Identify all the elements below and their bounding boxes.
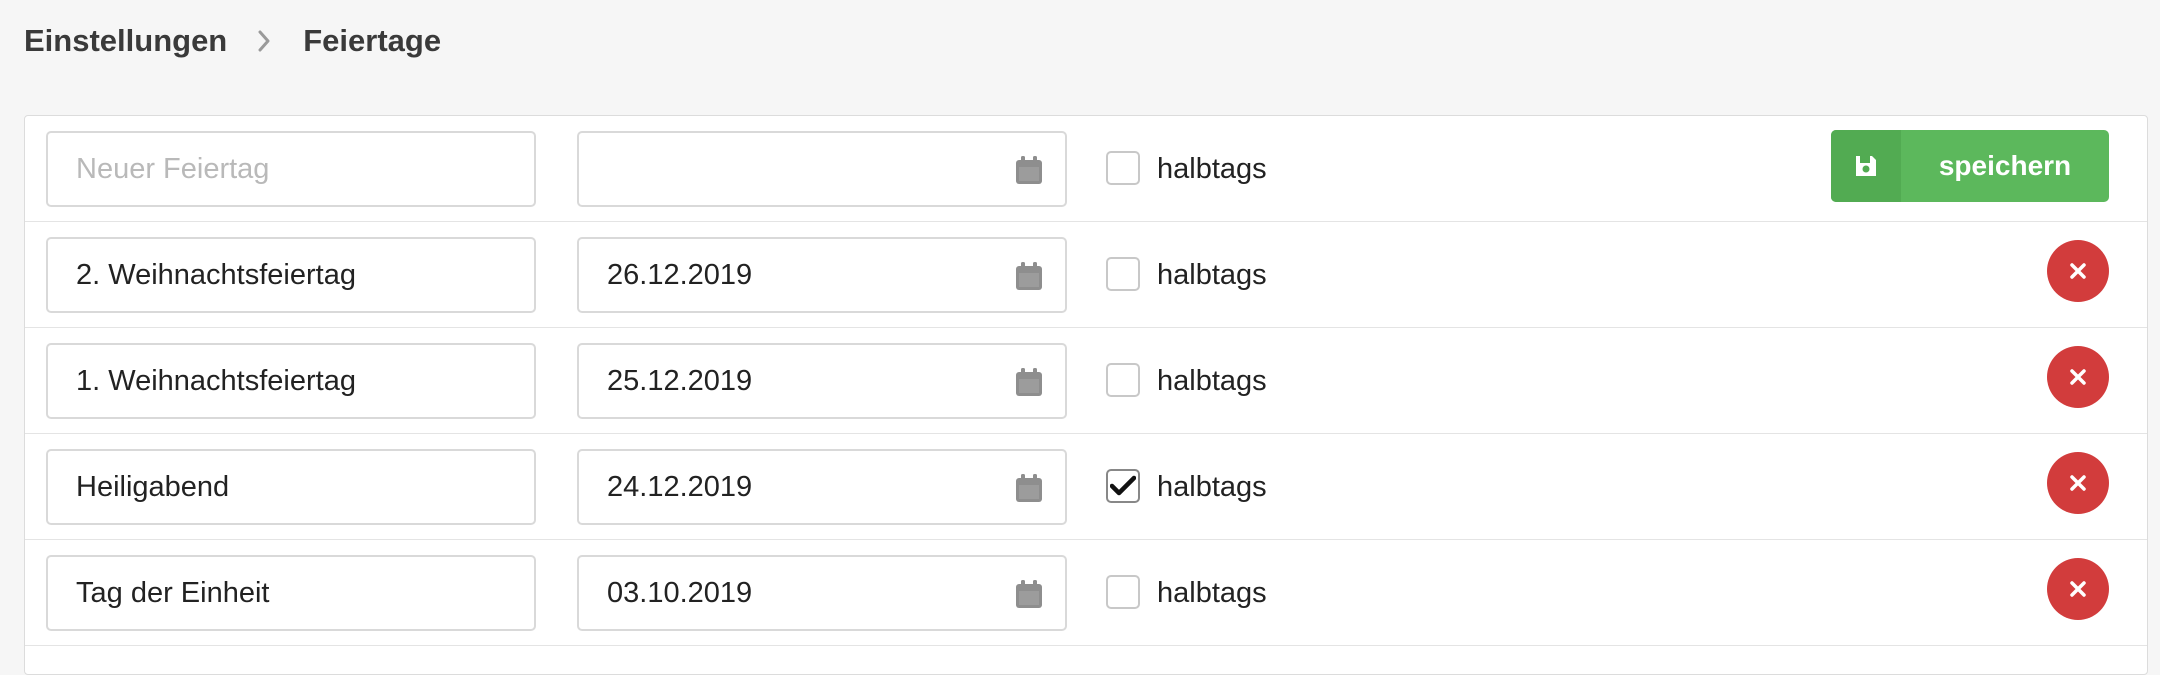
delete-button[interactable] bbox=[2047, 452, 2109, 514]
new-holiday-half-day-checkbox[interactable] bbox=[1106, 151, 1140, 185]
save-button[interactable]: speichern bbox=[1831, 130, 2109, 202]
half-day-label: halbtags bbox=[1157, 259, 1267, 291]
holiday-date-input[interactable] bbox=[579, 557, 979, 629]
calendar-icon[interactable] bbox=[1015, 261, 1043, 291]
save-label: speichern bbox=[1938, 150, 2072, 181]
half-day-label: halbtags bbox=[1157, 153, 1267, 185]
close-icon bbox=[2070, 263, 2086, 279]
calendar-icon[interactable] bbox=[1015, 367, 1043, 397]
new-holiday-name-input[interactable] bbox=[46, 131, 536, 207]
breadcrumb-current: Feiertage bbox=[303, 23, 442, 58]
holiday-name-input[interactable] bbox=[46, 343, 536, 419]
new-holiday-date-input[interactable] bbox=[579, 133, 979, 205]
holiday-row: halbtags bbox=[25, 540, 2147, 646]
holiday-date-field[interactable] bbox=[577, 555, 1067, 631]
half-day-label: halbtags bbox=[1157, 577, 1267, 609]
holiday-date-input[interactable] bbox=[579, 239, 979, 311]
half-day-checkbox[interactable] bbox=[1106, 575, 1140, 609]
new-holiday-row: halbtags speichern bbox=[25, 116, 2147, 222]
holiday-date-field[interactable] bbox=[577, 237, 1067, 313]
calendar-icon[interactable] bbox=[1015, 473, 1043, 503]
half-day-checkbox[interactable] bbox=[1106, 257, 1140, 291]
half-day-checkbox[interactable] bbox=[1106, 469, 1140, 503]
holiday-row: halbtags bbox=[25, 222, 2147, 328]
delete-button[interactable] bbox=[2047, 558, 2109, 620]
close-icon bbox=[2070, 581, 2086, 597]
half-day-label: halbtags bbox=[1157, 365, 1267, 397]
delete-button[interactable] bbox=[2047, 240, 2109, 302]
half-day-checkbox[interactable] bbox=[1106, 363, 1140, 397]
new-holiday-date-field[interactable] bbox=[577, 131, 1067, 207]
holidays-panel: halbtags speichern halbtags bbox=[24, 115, 2148, 675]
floppy-disk-icon bbox=[1831, 130, 1901, 202]
breadcrumb-parent[interactable]: Einstellungen bbox=[24, 23, 227, 59]
holiday-row: halbtags bbox=[25, 328, 2147, 434]
breadcrumb: Einstellungen Feiertage bbox=[24, 18, 441, 64]
delete-button[interactable] bbox=[2047, 346, 2109, 408]
close-icon bbox=[2070, 369, 2086, 385]
half-day-label: halbtags bbox=[1157, 471, 1267, 503]
calendar-icon[interactable] bbox=[1015, 155, 1043, 185]
chevron-right-icon bbox=[247, 26, 281, 56]
holiday-date-field[interactable] bbox=[577, 343, 1067, 419]
holiday-date-input[interactable] bbox=[579, 451, 979, 523]
checkmark-icon bbox=[1110, 475, 1136, 496]
holiday-date-field[interactable] bbox=[577, 449, 1067, 525]
close-icon bbox=[2070, 475, 2086, 491]
holiday-name-input[interactable] bbox=[46, 449, 536, 525]
holiday-row: halbtags bbox=[25, 434, 2147, 540]
holiday-name-input[interactable] bbox=[46, 237, 536, 313]
holiday-date-input[interactable] bbox=[579, 345, 979, 417]
holiday-name-input[interactable] bbox=[46, 555, 536, 631]
calendar-icon[interactable] bbox=[1015, 579, 1043, 609]
